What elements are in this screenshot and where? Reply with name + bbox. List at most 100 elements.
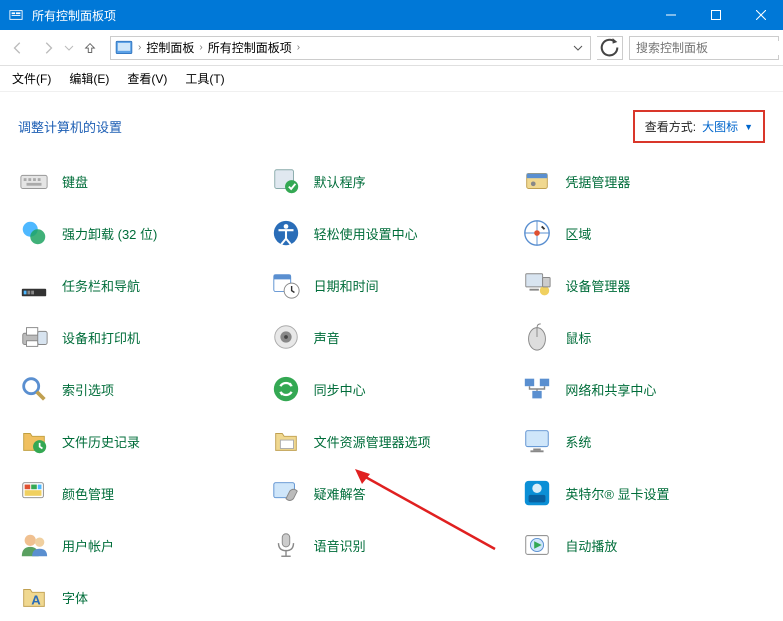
navbar: › 控制面板 › 所有控制面板项 › [0,30,783,66]
default-programs-icon [270,165,302,197]
item-region[interactable]: 区域 [521,217,765,249]
app-icon [8,7,24,23]
item-label: 文件历史记录 [62,432,140,451]
minimize-button[interactable] [648,0,693,30]
chevron-right-icon: › [196,42,205,53]
indexing-options-icon [18,373,50,405]
ease-of-access-icon [270,217,302,249]
autoplay-icon [521,529,553,561]
item-label: 文件资源管理器选项 [314,432,431,451]
item-label: 键盘 [62,172,88,191]
up-button[interactable] [76,34,104,62]
item-label: 默认程序 [314,172,366,191]
view-mode-dropdown[interactable]: 大图标 [702,118,738,135]
item-intel-graphics[interactable]: 英特尔® 显卡设置 [521,477,765,509]
item-label: 任务栏和导航 [62,276,140,295]
window-title: 所有控制面板项 [32,7,648,24]
item-label: 字体 [62,588,88,607]
explorer-options-icon [270,425,302,457]
item-autoplay[interactable]: 自动播放 [521,529,765,561]
search-box[interactable] [629,36,779,60]
user-accounts-icon [18,529,50,561]
item-device-manager[interactable]: 设备管理器 [521,269,765,301]
svg-text:A: A [31,593,41,608]
keyboard-icon [18,165,50,197]
troubleshooting-icon [270,477,302,509]
content-area: 调整计算机的设置 查看方式: 大图标 ▼ 键盘 默认程序 凭据管理器 强力卸载 … [0,92,783,621]
control-panel-icon [115,39,133,57]
item-speech-recognition[interactable]: 语音识别 [270,529,514,561]
item-color-management[interactable]: 颜色管理 [18,477,262,509]
address-bar[interactable]: › 控制面板 › 所有控制面板项 › [110,36,591,60]
item-mouse[interactable]: 鼠标 [521,321,765,353]
item-fonts[interactable]: A 字体 [18,581,262,613]
item-label: 日期和时间 [314,276,379,295]
item-date-time[interactable]: 日期和时间 [270,269,514,301]
item-file-history[interactable]: 文件历史记录 [18,425,262,457]
menu-view[interactable]: 查看(V) [123,68,171,89]
item-default-programs[interactable]: 默认程序 [270,165,514,197]
credential-manager-icon [521,165,553,197]
item-force-uninstall[interactable]: 强力卸载 (32 位) [18,217,262,249]
history-dropdown[interactable] [64,34,74,62]
item-label: 系统 [565,432,591,451]
item-taskbar-navigation[interactable]: 任务栏和导航 [18,269,262,301]
forward-button[interactable] [34,34,62,62]
network-sharing-icon [521,373,553,405]
item-label: 疑难解答 [314,484,366,503]
address-dropdown[interactable] [568,43,588,53]
intel-graphics-icon [521,477,553,509]
date-time-icon [270,269,302,301]
maximize-button[interactable] [693,0,738,30]
speech-recognition-icon [270,529,302,561]
titlebar: 所有控制面板项 [0,0,783,30]
item-label: 强力卸载 (32 位) [62,224,157,243]
item-sound[interactable]: 声音 [270,321,514,353]
item-label: 声音 [314,328,340,347]
item-label: 凭据管理器 [565,172,630,191]
chevron-down-icon: ▼ [744,122,753,132]
item-credential-manager[interactable]: 凭据管理器 [521,165,765,197]
item-devices-printers[interactable]: 设备和打印机 [18,321,262,353]
device-manager-icon [521,269,553,301]
item-keyboard[interactable]: 键盘 [18,165,262,197]
item-indexing-options[interactable]: 索引选项 [18,373,262,405]
item-user-accounts[interactable]: 用户帐户 [18,529,262,561]
item-ease-of-access[interactable]: 轻松使用设置中心 [270,217,514,249]
item-label: 设备管理器 [565,276,630,295]
items-grid: 键盘 默认程序 凭据管理器 强力卸载 (32 位) 轻松使用设置中心 区域 任务… [18,165,765,613]
breadcrumb[interactable]: 所有控制面板项 [206,39,294,56]
item-explorer-options[interactable]: 文件资源管理器选项 [270,425,514,457]
item-label: 区域 [565,224,591,243]
menu-edit[interactable]: 编辑(E) [65,68,113,89]
close-button[interactable] [738,0,783,30]
item-label: 语音识别 [314,536,366,555]
item-system[interactable]: 系统 [521,425,765,457]
item-label: 索引选项 [62,380,114,399]
item-troubleshooting[interactable]: 疑难解答 [270,477,514,509]
item-label: 用户帐户 [62,536,114,555]
item-network-sharing[interactable]: 网络和共享中心 [521,373,765,405]
item-label: 网络和共享中心 [565,380,656,399]
view-mode-highlight: 查看方式: 大图标 ▼ [633,110,765,143]
refresh-button[interactable] [597,36,623,60]
menubar: 文件(F) 编辑(E) 查看(V) 工具(T) [0,66,783,92]
page-title: 调整计算机的设置 [18,117,633,136]
item-label: 自动播放 [565,536,617,555]
menu-file[interactable]: 文件(F) [8,68,55,89]
back-button[interactable] [4,34,32,62]
item-label: 同步中心 [314,380,366,399]
force-uninstall-icon [18,217,50,249]
item-sync-center[interactable]: 同步中心 [270,373,514,405]
item-label: 英特尔® 显卡设置 [565,484,669,503]
item-label: 颜色管理 [62,484,114,503]
breadcrumb[interactable]: 控制面板 [144,39,196,56]
sync-center-icon [270,373,302,405]
fonts-icon: A [18,581,50,613]
search-input[interactable] [630,41,783,55]
item-label: 鼠标 [565,328,591,347]
chevron-right-icon: › [135,42,144,53]
menu-tools[interactable]: 工具(T) [181,68,228,89]
file-history-icon [18,425,50,457]
chevron-right-icon: › [294,42,303,53]
